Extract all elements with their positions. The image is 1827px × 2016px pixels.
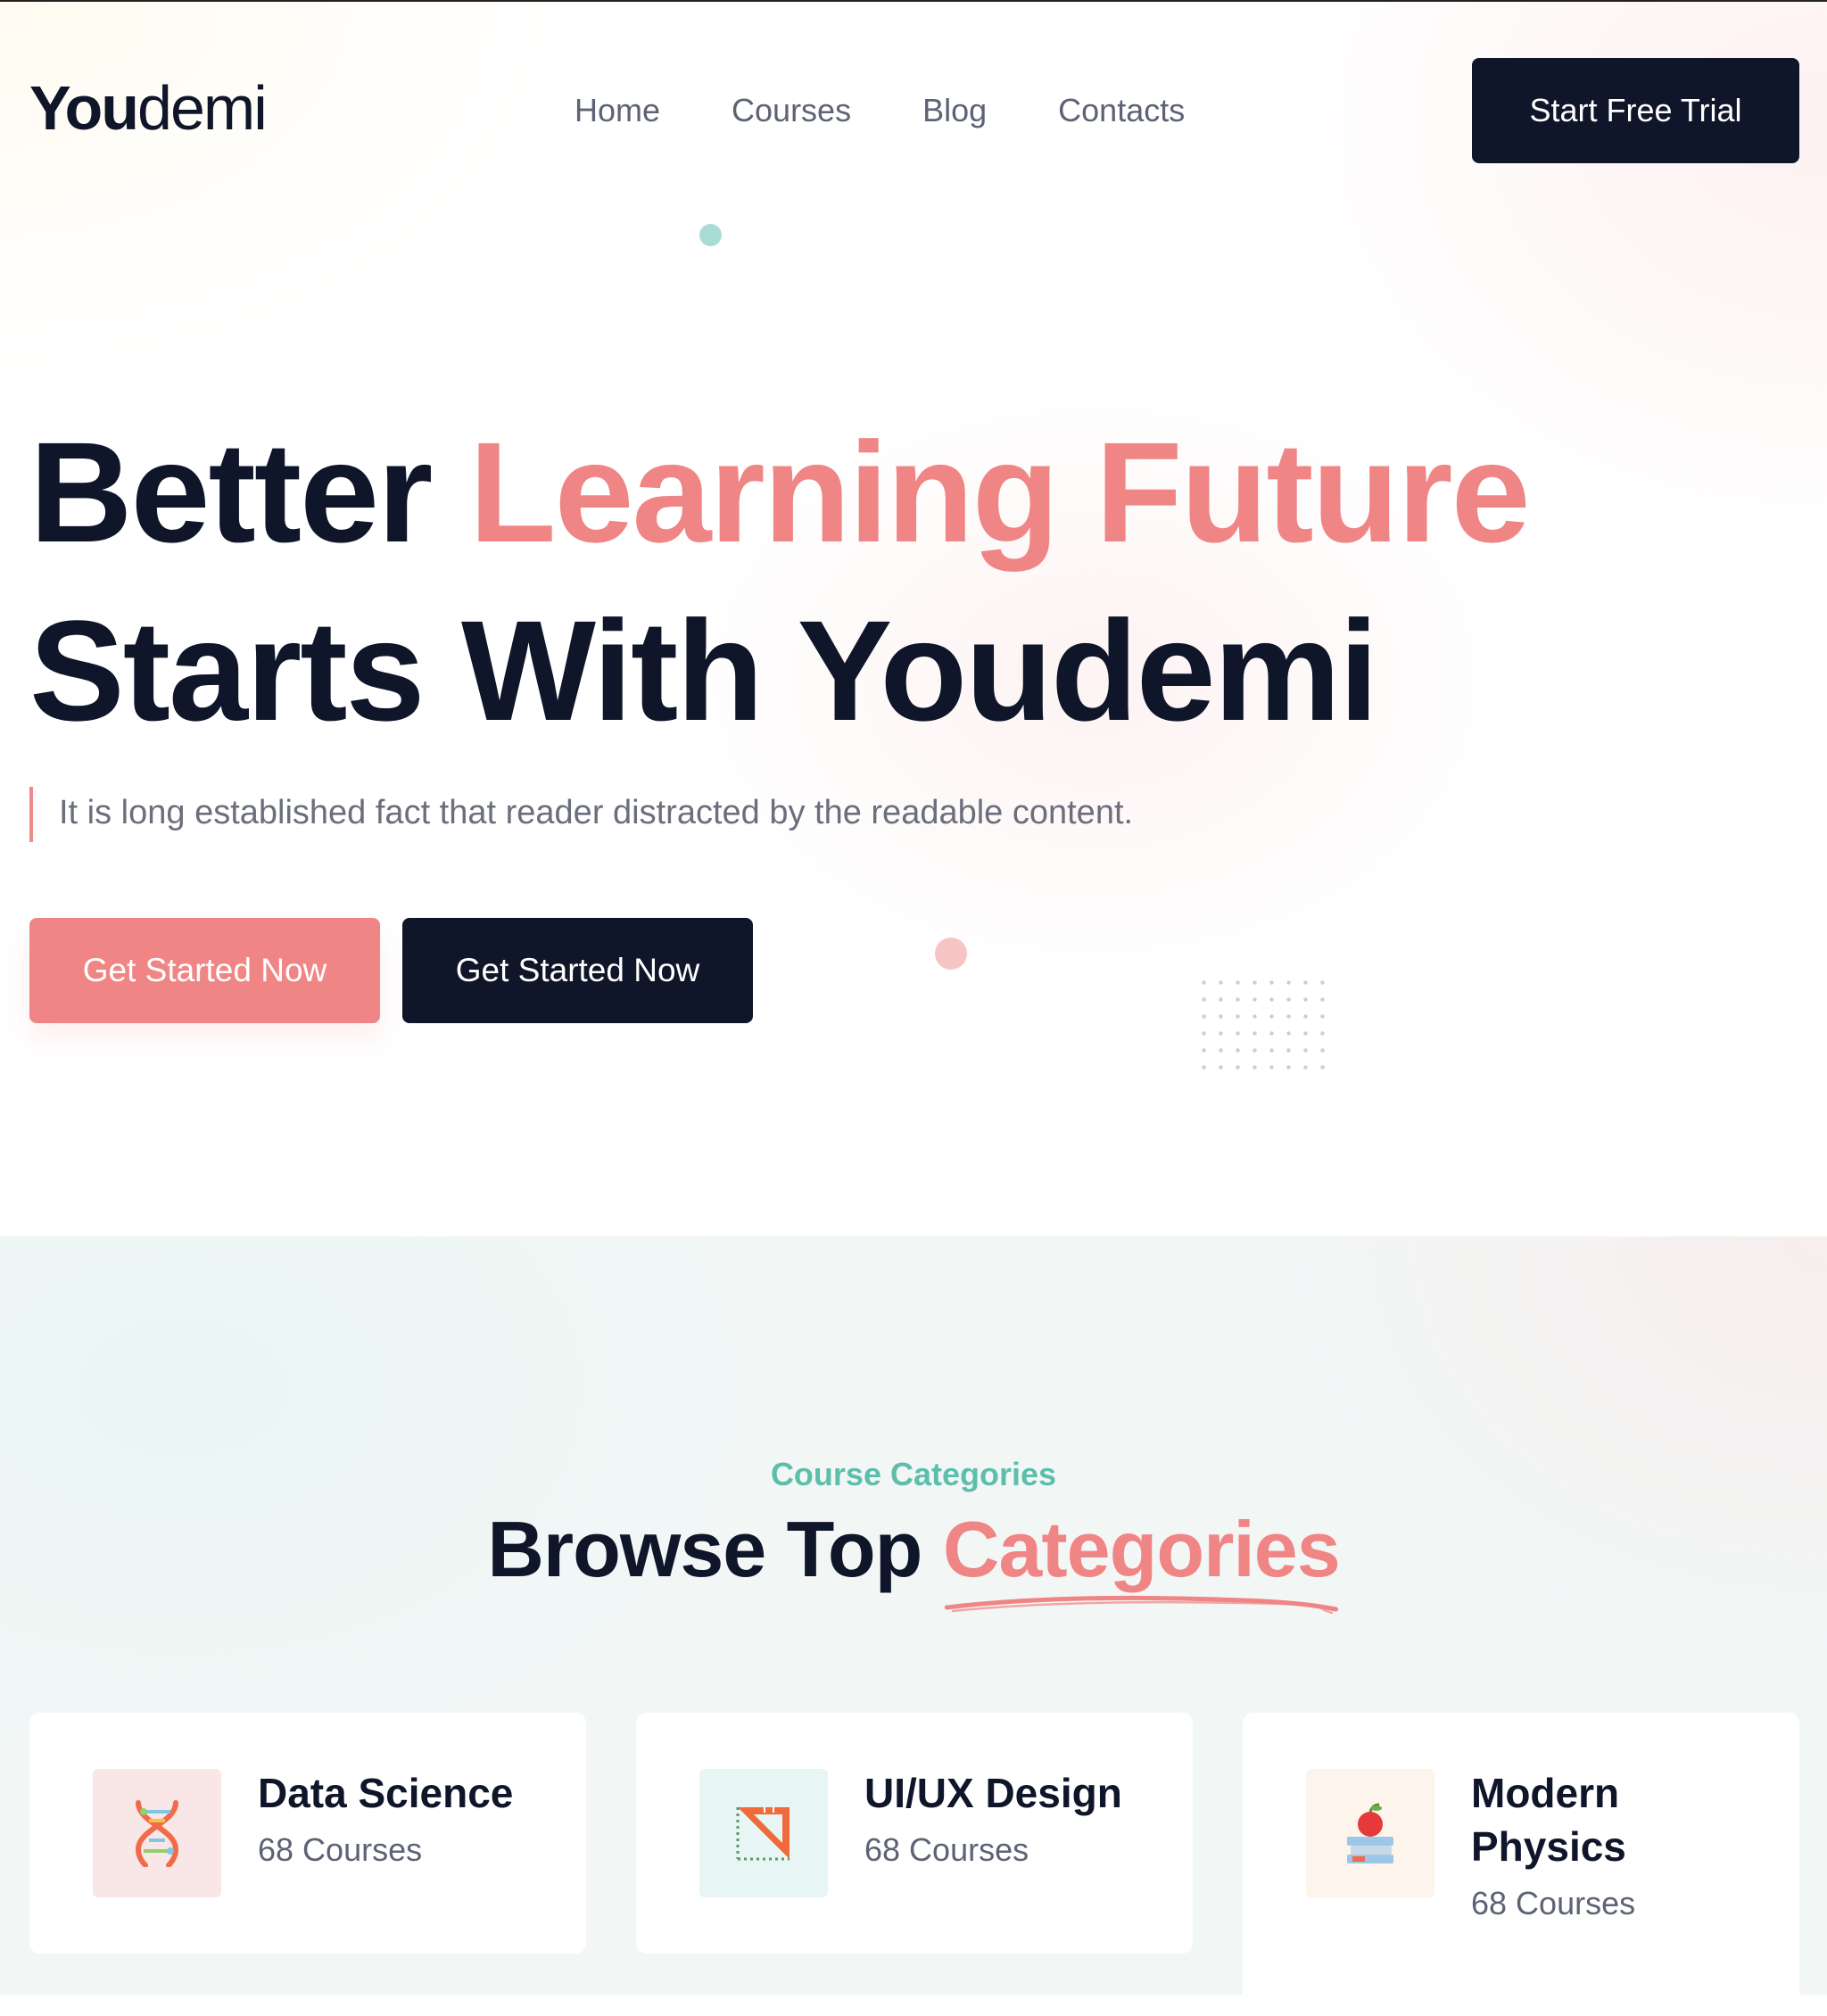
- categories-title-accent-text: Categories: [942, 1505, 1341, 1593]
- categories-title-plain: Browse Top: [487, 1505, 943, 1593]
- hero-headline: Better Learning Future Starts With Youde…: [29, 403, 1635, 760]
- categories-eyebrow: Course Categories: [770, 1456, 1057, 1492]
- categories-section: Course Categories Browse Top Categories …: [0, 1236, 1827, 2016]
- scribble-underline: [944, 1595, 1339, 1615]
- hero-section: Youdemi Home Courses Blog Contacts Start…: [0, 2, 1827, 1236]
- category-name: UI/UX Design: [864, 1770, 1122, 1816]
- nav-blog[interactable]: Blog: [922, 91, 987, 130]
- headline-part-2: Starts With Youdemi: [29, 591, 1378, 750]
- site-logo[interactable]: Youdemi: [29, 77, 268, 139]
- set-square-icon: [699, 1769, 828, 1897]
- category-name: Data Science: [258, 1770, 514, 1816]
- categories-title: Browse Top Categories: [0, 1504, 1827, 1615]
- decorative-pink-dot: [935, 938, 967, 970]
- headline-part-1: Better: [29, 412, 469, 572]
- main-nav: Home Courses Blog Contacts: [575, 91, 1185, 130]
- decorative-teal-dot: [699, 224, 722, 246]
- categories-title-accent: Categories: [942, 1504, 1341, 1615]
- nav-courses[interactable]: Courses: [732, 91, 851, 130]
- category-count: 68 Courses: [864, 1831, 1029, 1868]
- get-started-secondary-button[interactable]: Get Started Now: [402, 918, 753, 1023]
- category-card-ui-ux-design[interactable]: UI/UX Design 68 Courses: [636, 1713, 1193, 1954]
- books-apple-icon: [1306, 1769, 1434, 1897]
- headline-accent: Learning Future: [468, 412, 1531, 572]
- category-count: 68 Courses: [1471, 1885, 1636, 1921]
- category-name: Modern Physics: [1471, 1770, 1626, 1870]
- hero-subtext: It is long established fact that reader …: [29, 787, 1133, 842]
- category-card-modern-physics[interactable]: Modern Physics 68 Courses: [1243, 1713, 1799, 2016]
- category-count: 68 Courses: [258, 1831, 423, 1868]
- nav-home[interactable]: Home: [575, 91, 660, 130]
- category-card-data-science[interactable]: Data Science 68 Courses: [29, 1713, 586, 1954]
- start-free-trial-button[interactable]: Start Free Trial: [1472, 58, 1799, 163]
- logo-bold-part: You: [29, 73, 139, 143]
- nav-contacts[interactable]: Contacts: [1058, 91, 1185, 130]
- dna-icon: [93, 1769, 221, 1897]
- logo-light-part: demi: [137, 73, 268, 143]
- get-started-primary-button[interactable]: Get Started Now: [29, 918, 380, 1023]
- decorative-dot-grid: [1195, 974, 1329, 1074]
